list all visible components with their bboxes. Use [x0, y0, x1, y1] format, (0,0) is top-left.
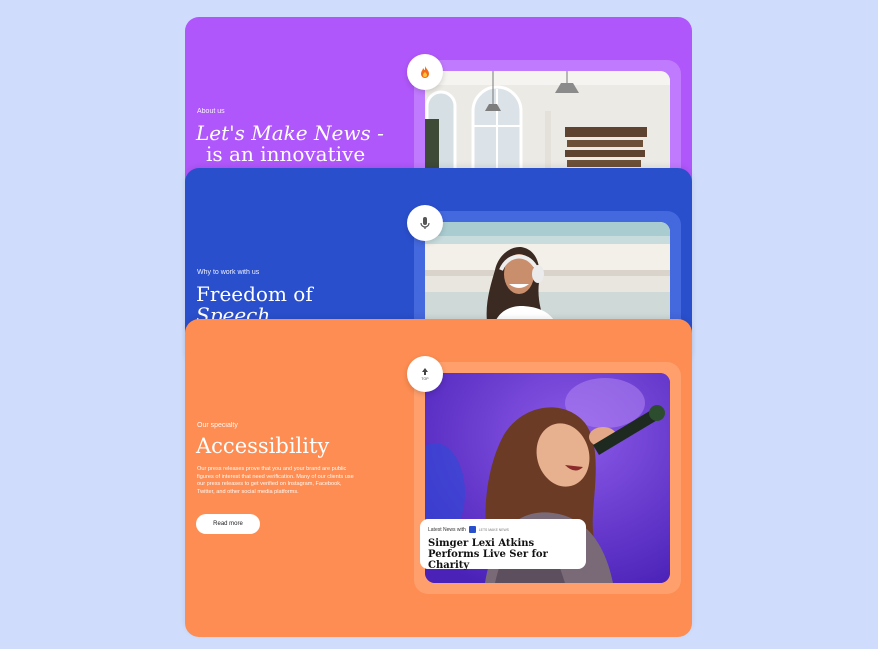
microphone-icon [420, 217, 430, 229]
specialty-eyebrow: Our specialty [197, 422, 238, 429]
fire-icon [421, 66, 429, 78]
specialty-heading: Accessibility [196, 434, 330, 458]
latest-news-card[interactable]: Latest News with LETS MAKE NEWS Simger L… [420, 519, 586, 571]
fire-badge [407, 54, 443, 90]
top-ranking-icon: TOP [421, 368, 429, 381]
read-more-button[interactable]: Read more [196, 514, 260, 534]
about-eyebrow: About us [197, 108, 225, 115]
news-meta: Latest News with LETS MAKE NEWS [428, 526, 578, 533]
top-badge: TOP [407, 356, 443, 392]
news-headline[interactable]: Simger Lexi Atkins Performs Live Ser for… [428, 538, 578, 571]
why-heading-line1: Freedom of [196, 282, 313, 306]
about-heading-line2: is an innovative [206, 142, 366, 166]
why-eyebrow: Why to work with us [197, 269, 260, 276]
news-meta-label: Latest News with [428, 526, 466, 533]
about-heading-line1: Let's Make News - [196, 121, 384, 145]
singer-photo-frame: Latest News with LETS MAKE NEWS Simger L… [414, 362, 681, 594]
about-heading: Let's Make News - is an innovative [196, 123, 384, 165]
specialty-card: Our specialty Accessibility Our press re… [185, 319, 692, 637]
microphone-badge [407, 205, 443, 241]
top-badge-label: TOP [421, 377, 429, 381]
brand-logo-text: LETS MAKE NEWS [478, 527, 509, 532]
specialty-description: Our press releases prove that you and yo… [197, 466, 354, 495]
brand-logo-icon [468, 526, 476, 533]
